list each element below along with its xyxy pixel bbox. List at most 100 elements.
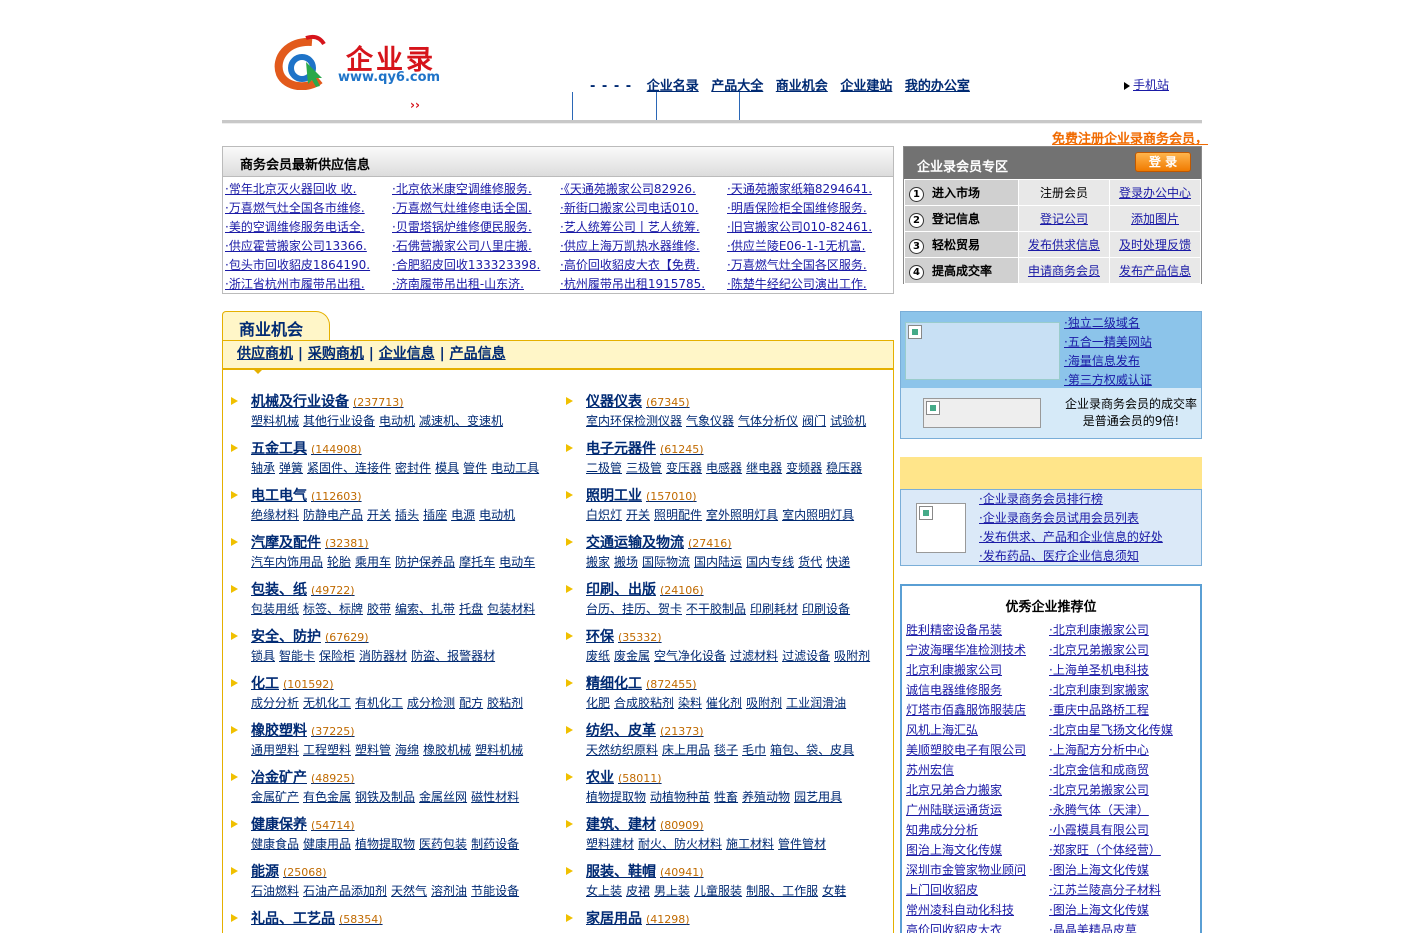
recommended-company[interactable]: 诚信电器维修服务: [906, 680, 1049, 700]
recommended-company[interactable]: ·小霞模具有限公司: [1049, 820, 1199, 840]
subcategory-link[interactable]: 植物提取物: [355, 837, 415, 851]
subcategory-link[interactable]: 塑料管: [355, 743, 391, 757]
supply-item[interactable]: ·新街口搬家公司电话010.: [560, 199, 727, 218]
promo-link[interactable]: ·第三方权威认证: [1064, 371, 1152, 390]
subcategory-link[interactable]: 绝缘材料: [251, 508, 299, 522]
subcategory-link[interactable]: 钢铁及制品: [355, 790, 415, 804]
subcategory-link[interactable]: 废金属: [614, 649, 650, 663]
subcategory-link[interactable]: 管件: [463, 461, 487, 475]
subcategory-link[interactable]: 快递: [826, 555, 850, 569]
recommended-company[interactable]: ·上海单圣机电科技: [1049, 660, 1199, 680]
recommended-company[interactable]: 图治上海文化传媒: [906, 840, 1049, 860]
subcategory-link[interactable]: 毛巾: [742, 743, 766, 757]
subcategory-link[interactable]: 石油产品添加剂: [303, 884, 387, 898]
login-button[interactable]: 登 录: [1135, 152, 1191, 172]
supply-item[interactable]: ·供应霍营搬家公司13366.: [225, 237, 392, 256]
subcategory-link[interactable]: 男上装: [654, 884, 690, 898]
subcategory-link[interactable]: 箱包、袋、皮具: [770, 743, 854, 757]
category-title[interactable]: 五金工具 (144908): [251, 438, 362, 458]
subcategory-link[interactable]: 试验机: [830, 414, 866, 428]
subcategory-link[interactable]: 胶带: [367, 602, 391, 616]
subcategory-link[interactable]: 室外照明灯具: [706, 508, 778, 522]
subcategory-link[interactable]: 催化剂: [706, 696, 742, 710]
supply-item[interactable]: ·北京依米康空调维修服务.: [392, 180, 560, 199]
subcategory-link[interactable]: 室内照明灯具: [782, 508, 854, 522]
nav-products[interactable]: 产品大全: [711, 79, 763, 94]
supply-item[interactable]: ·浙江省杭州市履带吊出租.: [225, 275, 392, 294]
recommended-company[interactable]: ·永腾气体（天津）: [1049, 800, 1199, 820]
supply-item[interactable]: ·合肥貂皮回收133323398.: [392, 256, 560, 275]
post-product-link[interactable]: 发布产品信息: [1119, 264, 1191, 278]
subcategory-link[interactable]: 国际物流: [642, 555, 690, 569]
subtab-company-info[interactable]: 企业信息: [379, 346, 435, 362]
subcategory-link[interactable]: 毯子: [714, 743, 738, 757]
supply-item[interactable]: ·杭州履带吊出租1915785.: [560, 275, 727, 294]
category-title[interactable]: 能源 (25068): [251, 861, 327, 881]
subcategory-link[interactable]: 有色金属: [303, 790, 351, 804]
subcategory-link[interactable]: 编索、扎带: [395, 602, 455, 616]
subcategory-link[interactable]: 开关: [626, 508, 650, 522]
supply-item[interactable]: ·石佛营搬家公司八里庄搬.: [392, 237, 560, 256]
subcategory-link[interactable]: 金属丝网: [419, 790, 467, 804]
subcategory-link[interactable]: 乘用车: [355, 555, 391, 569]
recommended-company[interactable]: 北京兄弟合力搬家: [906, 780, 1049, 800]
category-title[interactable]: 交通运输及物流 (27416): [586, 532, 732, 552]
supply-item[interactable]: ·美的空调维修服务电话全.: [225, 218, 392, 237]
subcategory-link[interactable]: 托盘: [459, 602, 483, 616]
subcategory-link[interactable]: 制药设备: [471, 837, 519, 851]
category-title[interactable]: 安全、防护 (67629): [251, 626, 369, 646]
subcategory-link[interactable]: 园艺用具: [794, 790, 842, 804]
category-title[interactable]: 环保 (35332): [586, 626, 662, 646]
subcategory-link[interactable]: 电动工具: [491, 461, 539, 475]
subcategory-link[interactable]: 插头: [395, 508, 419, 522]
recommended-company[interactable]: ·上海配方分析中心: [1049, 740, 1199, 760]
recommended-company[interactable]: ·江苏兰陵高分子材料: [1049, 880, 1199, 900]
subcategory-link[interactable]: 配方: [459, 696, 483, 710]
supply-item[interactable]: ·旧宫搬家公司010-82461.: [727, 218, 895, 237]
subcategory-link[interactable]: 塑料机械: [475, 743, 523, 757]
subcategory-link[interactable]: 动植物种苗: [650, 790, 710, 804]
subcategory-link[interactable]: 气象仪器: [686, 414, 734, 428]
subcategory-link[interactable]: 电感器: [706, 461, 742, 475]
supply-item[interactable]: ·包头市回收貂皮1864190.: [225, 256, 392, 275]
subcategory-link[interactable]: 化肥: [586, 696, 610, 710]
site-logo[interactable]: 企业录 www.qy6.com: [272, 34, 452, 91]
subcategory-link[interactable]: 汽车内饰用品: [251, 555, 323, 569]
subcategory-link[interactable]: 插座: [423, 508, 447, 522]
subcategory-link[interactable]: 照明配件: [654, 508, 702, 522]
tab-company-library[interactable]: 公司库: [320, 311, 428, 341]
subcategory-link[interactable]: 女鞋: [822, 884, 846, 898]
ranking-link[interactable]: ·企业录商务会员试用会员列表: [979, 509, 1163, 528]
subcategory-link[interactable]: 健康用品: [303, 837, 351, 851]
promo-banner-image[interactable]: [923, 398, 1041, 428]
subcategory-link[interactable]: 染料: [678, 696, 702, 710]
category-title[interactable]: 机械及行业设备 (237713): [251, 391, 404, 411]
subcategory-link[interactable]: 海绵: [395, 743, 419, 757]
subcategory-link[interactable]: 包装用纸: [251, 602, 299, 616]
supply-item[interactable]: ·济南履带吊出租-山东济.: [392, 275, 560, 294]
recommended-company[interactable]: ·北京由星飞扬文化传媒: [1049, 720, 1199, 740]
subcategory-link[interactable]: 电动车: [499, 555, 535, 569]
subcategory-link[interactable]: 橡胶机械: [423, 743, 471, 757]
category-title[interactable]: 电工电气 (112603): [251, 485, 362, 505]
recommended-company[interactable]: 胜利精密设备吊装: [906, 620, 1049, 640]
nav-site-building[interactable]: 企业建站: [840, 79, 892, 94]
subtab-supply[interactable]: 供应商机: [237, 346, 293, 362]
supply-item[interactable]: ·明盾保险柜全国维修服务.: [727, 199, 895, 218]
subcategory-link[interactable]: 吸附剂: [834, 649, 870, 663]
category-title[interactable]: 橡胶塑料 (37225): [251, 720, 355, 740]
subcategory-link[interactable]: 空气净化设备: [654, 649, 726, 663]
subcategory-link[interactable]: 不干胶制品: [686, 602, 746, 616]
subcategory-link[interactable]: 管件管材: [778, 837, 826, 851]
subcategory-link[interactable]: 白炽灯: [586, 508, 622, 522]
recommended-company[interactable]: 美顺塑胶电子有限公司: [906, 740, 1049, 760]
handle-feedback-link[interactable]: 及时处理反馈: [1119, 238, 1191, 252]
subcategory-link[interactable]: 儿童服装: [694, 884, 742, 898]
supply-item[interactable]: ·万喜燃气灶维修电话全国.: [392, 199, 560, 218]
subcategory-link[interactable]: 国内陆运: [694, 555, 742, 569]
supply-item[interactable]: ·供应上海万凯热水器维修.: [560, 237, 727, 256]
subcategory-link[interactable]: 印刷设备: [802, 602, 850, 616]
subcategory-link[interactable]: 制服、工作服: [746, 884, 818, 898]
subcategory-link[interactable]: 保险柜: [319, 649, 355, 663]
subcategory-link[interactable]: 室内环保检测仪器: [586, 414, 682, 428]
